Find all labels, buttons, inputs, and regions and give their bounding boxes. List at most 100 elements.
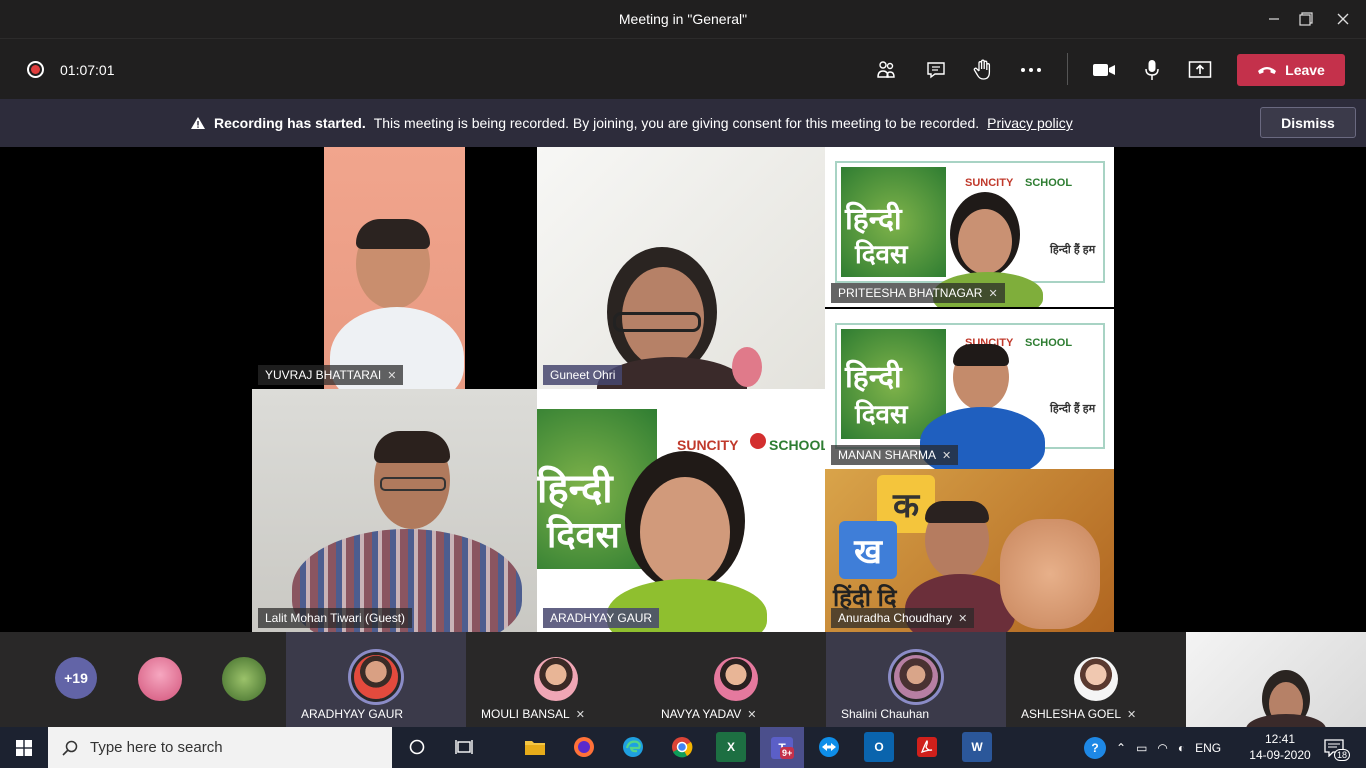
ellipsis-icon — [1021, 68, 1041, 72]
acrobat-button[interactable] — [912, 732, 942, 762]
start-button[interactable] — [0, 727, 48, 768]
participants-button[interactable] — [871, 55, 901, 85]
recording-icon — [27, 61, 44, 78]
video-tile-manan[interactable]: हिन्दी दिवस SUNCITY SCHOOL हिन्दी हैं हम… — [825, 309, 1114, 469]
teams-button[interactable]: T 9+ — [760, 727, 804, 768]
people-icon — [877, 61, 895, 78]
video-tile-priteesha[interactable]: हिन्दी दिवस SUNCITY SCHOOL हिन्दी हैं हम… — [825, 147, 1114, 307]
chat-button[interactable] — [921, 55, 951, 85]
toolbar-divider — [1067, 53, 1068, 85]
minimize-icon — [1269, 18, 1279, 20]
microphone-icon — [1145, 60, 1159, 80]
mic-off-icon: ✕ — [1127, 708, 1137, 721]
privacy-policy-link[interactable]: Privacy policy — [987, 115, 1073, 131]
chrome-icon — [672, 737, 693, 758]
avatar[interactable] — [222, 657, 266, 701]
microphone-button[interactable] — [1137, 55, 1167, 85]
participant-shalini[interactable]: Shalini Chauhan — [826, 632, 1006, 727]
folder-icon — [525, 741, 545, 755]
warning-icon — [191, 117, 205, 129]
participant-name-tag: Lalit Mohan Tiwari (Guest) — [258, 608, 413, 628]
word-button[interactable]: W — [962, 732, 992, 762]
outlook-button[interactable]: O — [864, 732, 894, 762]
more-actions-button[interactable] — [1016, 55, 1046, 85]
camera-icon — [1093, 64, 1115, 76]
participant-strip: +19 ARADHYAY GAUR MOULI BANSAL ✕ NAVYA YA… — [0, 632, 1366, 727]
taskbar-search[interactable]: Type here to search — [48, 727, 392, 768]
raise-hand-button[interactable] — [968, 55, 998, 85]
clock[interactable]: 12:41 14-09-2020 — [1245, 731, 1315, 763]
wifi-icon[interactable]: ◠ — [1157, 741, 1167, 755]
firefox-button[interactable] — [569, 732, 599, 762]
teamviewer-button[interactable] — [814, 732, 844, 762]
participant-name-tag: MANAN SHARMA ✕ — [831, 445, 959, 465]
mic-off-icon: ✕ — [942, 449, 952, 462]
search-icon — [62, 740, 78, 756]
camera-button[interactable] — [1089, 55, 1119, 85]
avatar[interactable] — [138, 657, 182, 701]
leave-label: Leave — [1285, 62, 1325, 78]
teamviewer-icon — [819, 737, 839, 757]
hand-icon — [973, 59, 991, 80]
search-placeholder: Type here to search — [90, 739, 223, 756]
help-icon[interactable]: ? — [1084, 736, 1106, 759]
file-explorer-button[interactable] — [520, 732, 550, 762]
video-tile-anuradha[interactable]: क ख हिंदी दि Anuradha Choudhary ✕ — [825, 469, 1114, 632]
participant-name-tag: ARADHYAY GAUR — [543, 608, 660, 628]
banner-message: This meeting is being recorded. By joini… — [373, 115, 980, 131]
share-screen-icon — [1188, 61, 1212, 78]
cortana-button[interactable] — [402, 732, 432, 762]
video-tile-yuvraj[interactable]: YUVRAJ BHATTARAI ✕ — [252, 147, 537, 389]
video-tile-aradhyay[interactable]: हिन्दी दिवस SUNCITY SCHOOL ARADHYAY GAUR — [537, 389, 825, 632]
dismiss-button[interactable]: Dismiss — [1260, 107, 1356, 138]
title-bar: Meeting in "General" — [0, 0, 1366, 38]
restore-icon — [1299, 12, 1313, 26]
battery-icon[interactable]: ▭ — [1136, 741, 1147, 755]
video-tile-lalit[interactable]: Lalit Mohan Tiwari (Guest) — [252, 389, 537, 632]
participant-ashlesha[interactable]: ASHLESHA GOEL ✕ — [1006, 632, 1186, 727]
mic-off-icon: ✕ — [747, 708, 757, 721]
volume-icon[interactable]: ◐ — [1178, 741, 1185, 755]
chevron-up-icon[interactable]: ⌃ — [1116, 741, 1126, 755]
notification-count: 18 — [1334, 749, 1351, 761]
window-title: Meeting in "General" — [618, 11, 748, 27]
task-view-button[interactable] — [449, 732, 479, 762]
edge-icon — [623, 737, 643, 757]
more-participants-button[interactable]: +19 — [55, 657, 97, 699]
meeting-toolbar: 01:07:01 Leave — [0, 38, 1366, 99]
participant-aradhyay[interactable]: ARADHYAY GAUR — [286, 632, 466, 727]
participant-navya[interactable]: NAVYA YADAV ✕ — [646, 632, 826, 727]
participant-name-tag: YUVRAJ BHATTARAI ✕ — [258, 365, 404, 385]
language-indicator[interactable]: ENG — [1195, 741, 1221, 755]
hang-up-icon — [1258, 67, 1277, 74]
excel-button[interactable]: X — [716, 732, 746, 762]
mic-off-icon: ✕ — [988, 287, 998, 300]
participant-mouli[interactable]: MOULI BANSAL ✕ — [466, 632, 646, 727]
mic-off-icon: ✕ — [958, 612, 968, 625]
avatar — [354, 655, 398, 699]
participant-name-tag: Anuradha Choudhary ✕ — [831, 608, 975, 628]
banner-title: Recording has started. — [214, 115, 366, 131]
windows-icon — [16, 739, 32, 756]
edge-button[interactable] — [618, 732, 648, 762]
self-view-video[interactable] — [1186, 632, 1366, 727]
system-tray: ? ⌃ ▭ ◠ ◐ ENG — [1084, 727, 1221, 768]
video-tile-guneet[interactable]: Guneet Ohri — [537, 147, 825, 389]
close-button[interactable] — [1320, 0, 1366, 38]
meeting-timer: 01:07:01 — [60, 62, 115, 78]
mic-off-icon: ✕ — [387, 369, 397, 382]
windows-taskbar: Type here to search X T 9+ O W ? ⌃ ▭ ◠ ◐ — [0, 727, 1366, 768]
task-view-icon — [455, 740, 473, 754]
clock-time: 12:41 — [1264, 732, 1296, 746]
avatar — [1074, 657, 1118, 701]
notification-center-button[interactable]: 18 — [1324, 727, 1351, 768]
video-stage: YUVRAJ BHATTARAI ✕ Guneet Ohri हिन्दी दिव… — [0, 147, 1366, 632]
chrome-button[interactable] — [667, 732, 697, 762]
leave-button[interactable]: Leave — [1237, 54, 1345, 86]
cortana-icon — [409, 739, 425, 755]
clock-date: 14-09-2020 — [1249, 748, 1311, 762]
recording-banner: Recording has started. This meeting is b… — [0, 99, 1366, 147]
word-icon: W — [971, 740, 983, 754]
share-screen-button[interactable] — [1185, 55, 1215, 85]
avatar — [534, 657, 578, 701]
